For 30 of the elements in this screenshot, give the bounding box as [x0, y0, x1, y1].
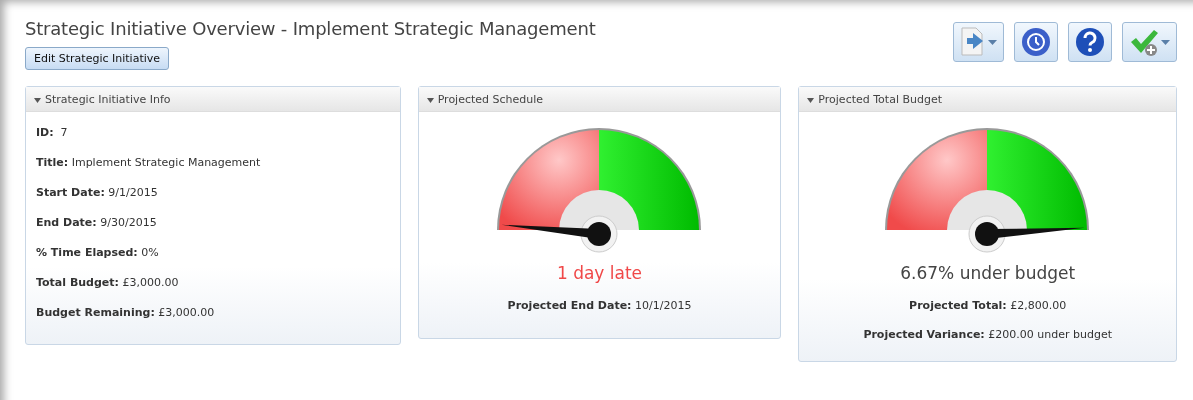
info-field: Title: Implement Strategic Management [36, 154, 400, 172]
info-field: ID: 7 [36, 124, 400, 142]
panel-title: Projected Schedule [437, 92, 544, 106]
dropdown-caret-icon [988, 39, 997, 45]
info-field: Start Date: 9/1/2015 [36, 184, 400, 202]
caret-icon[interactable] [426, 97, 434, 103]
info-field: Budget Remaining: £3,000.00 [36, 304, 400, 322]
checkmark-plus-icon [1129, 27, 1159, 57]
gauge-detail: Projected Total: £2,800.00 [909, 299, 1067, 312]
gauge-detail: Projected End Date: 10/1/2015 [507, 299, 692, 312]
toolbar-button[interactable] [1014, 22, 1058, 62]
gauge-status: 1 day late [556, 263, 643, 283]
toolbar-button[interactable] [1068, 22, 1112, 62]
document-arrow-icon [960, 27, 986, 57]
info-field: End Date: 9/30/2015 [36, 214, 400, 232]
info-field: Total Budget: £3,000.00 [36, 274, 400, 292]
caret-icon[interactable] [807, 97, 815, 103]
help-icon [1075, 27, 1105, 57]
dropdown-caret-icon [1161, 39, 1170, 45]
gauge-status: 6.67% under budget [900, 263, 1076, 283]
page-title: Strategic Initiative Overview - Implement Strategic Management [25, 18, 596, 39]
edit-button[interactable]: Edit Strategic Initiative [25, 47, 170, 70]
gauge-detail: Projected Variance: £200.00 under budget [863, 328, 1112, 341]
panel-title: Strategic Initiative Info [45, 92, 171, 106]
history-icon [1021, 27, 1051, 57]
toolbar-button[interactable] [953, 22, 1004, 62]
toolbar-button[interactable] [1122, 22, 1177, 62]
info-field: % Time Elapsed: 0% [36, 244, 400, 262]
caret-icon[interactable] [34, 97, 41, 103]
panel-title: Projected Total Budget [818, 92, 942, 106]
